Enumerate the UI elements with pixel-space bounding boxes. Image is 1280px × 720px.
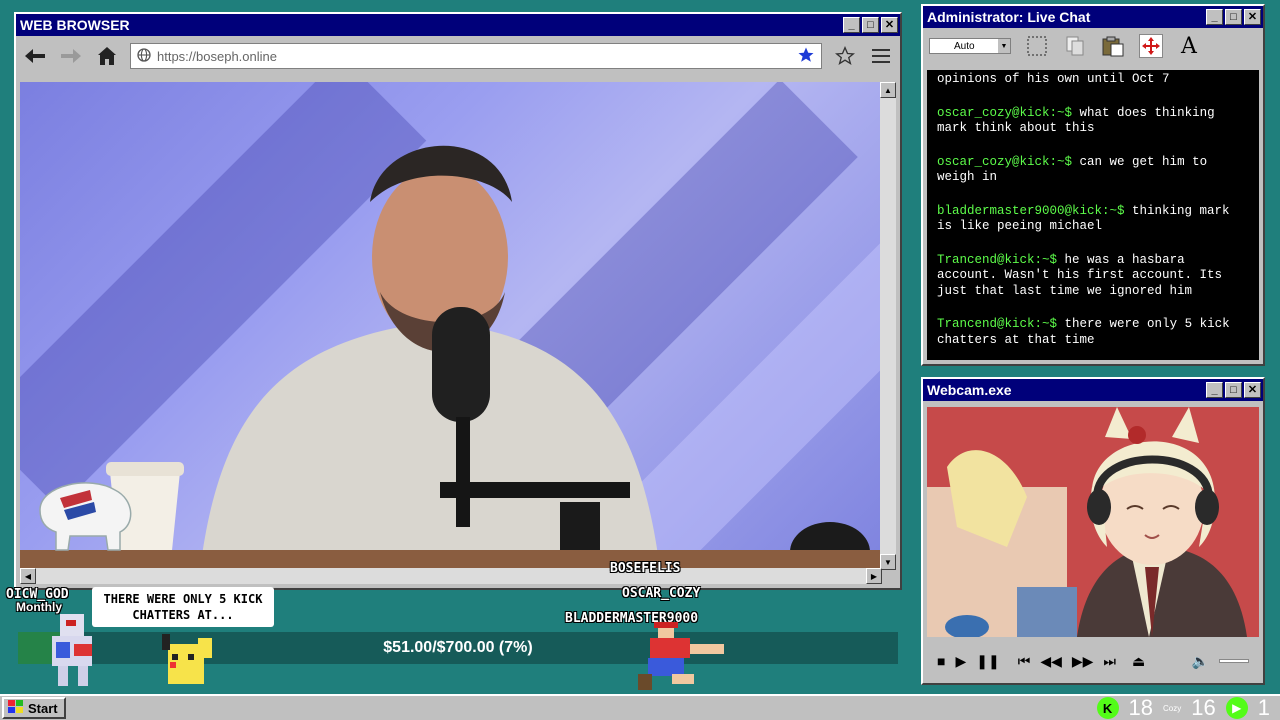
maximize-button[interactable]: □ — [1225, 382, 1242, 398]
rewind-icon[interactable]: ◀◀ — [1040, 653, 1062, 670]
scroll-right-icon[interactable]: ▶ — [866, 568, 882, 584]
chat-text: opinions of his own until Oct 7 — [937, 72, 1170, 86]
close-button[interactable]: ✕ — [1244, 382, 1261, 398]
chat-message: bladdermaster9000@kick:~$ thinking mark … — [937, 204, 1249, 235]
chat-username[interactable]: oscar_cozy@kick:~$ — [937, 155, 1072, 169]
webcam-feed — [927, 407, 1259, 637]
start-label: Start — [28, 700, 58, 716]
browser-titlebar[interactable]: WEB BROWSER _ □ ✕ — [16, 14, 900, 36]
dropdown-arrow-icon: ▼ — [998, 39, 1010, 53]
back-arrow-icon[interactable] — [22, 43, 48, 69]
browser-title: WEB BROWSER — [20, 17, 130, 33]
scroll-left-icon[interactable]: ◀ — [20, 568, 36, 584]
skip-back-icon[interactable]: ⏮ — [1018, 653, 1031, 670]
move-icon[interactable] — [1139, 34, 1163, 58]
chat-title: Administrator: Live Chat — [927, 9, 1091, 25]
chat-message: oscar_cozy@kick:~$ can we get him to wei… — [937, 155, 1249, 186]
chat-message: oscar_cozy@kick:~$ what does thinking ma… — [937, 106, 1249, 137]
kick-icon[interactable]: K — [1096, 697, 1119, 719]
copy-icon[interactable] — [1063, 34, 1087, 58]
other-count: 1 — [1257, 695, 1270, 720]
windows-logo-icon — [8, 699, 24, 717]
volume-slider[interactable] — [1219, 659, 1249, 663]
forward-arrow-icon[interactable] — [58, 43, 84, 69]
scroll-up-icon[interactable]: ▲ — [880, 82, 896, 98]
maximize-button[interactable]: □ — [862, 17, 879, 33]
address-text: https://boseph.online — [157, 48, 277, 64]
media-controls: ■ ▶ ❚❚ ⏮ ◀◀ ▶▶ ⏭ ⏏ 🔈 — [927, 643, 1259, 679]
close-button[interactable]: ✕ — [881, 17, 898, 33]
select-tool-icon[interactable] — [1025, 34, 1049, 58]
donation-goal-bar: $51.00/$700.00 (7%) — [18, 632, 898, 664]
host-figure-image — [20, 145, 882, 570]
chat-username[interactable]: bladdermaster9000@kick:~$ — [937, 204, 1125, 218]
eject-icon[interactable]: ⏏ — [1132, 653, 1145, 670]
chatter-name: OSCAR_COZY — [622, 586, 701, 601]
chat-message: Trancend@kick:~$ he was a hasbara accoun… — [937, 253, 1249, 300]
font-size-value: Auto — [954, 40, 975, 52]
play-icon[interactable]: ▶ — [955, 653, 966, 670]
pixel-robot-sprite — [52, 614, 92, 686]
live-chat-window: Administrator: Live Chat _ □ ✕ Auto ▼ A … — [921, 4, 1265, 366]
browser-toolbar: https://boseph.online — [16, 36, 900, 76]
vertical-scrollbar[interactable]: ▲ ▼ — [880, 82, 896, 570]
chat-toolbar: Auto ▼ A — [923, 28, 1263, 64]
elephant-logo-icon — [39, 482, 132, 551]
minimize-button[interactable]: _ — [1206, 382, 1223, 398]
webcam-titlebar[interactable]: Webcam.exe _ □ ✕ — [923, 379, 1263, 401]
pause-icon[interactable]: ❚❚ — [976, 653, 999, 670]
taskbar: Start K 18 Cozy 16 ▶ 1 — [0, 694, 1280, 720]
close-button[interactable]: ✕ — [1244, 9, 1261, 25]
pixel-fighter-sprite — [638, 622, 724, 690]
pixel-pikachu-sprite — [162, 634, 212, 684]
chat-username[interactable]: oscar_cozy@kick:~$ — [937, 106, 1072, 120]
menu-icon[interactable] — [868, 43, 894, 69]
chat-messages[interactable]: opinions of his own until Oct 7 oscar_coz… — [927, 70, 1259, 360]
system-tray: K 18 Cozy 16 ▶ 1 — [1096, 695, 1270, 720]
chat-speech-bubble: THERE WERE ONLY 5 KICK CHATTERS AT... — [92, 587, 274, 627]
goal-text: $51.00/$700.00 (7%) — [383, 639, 533, 656]
volume-icon[interactable]: 🔈 — [1192, 653, 1209, 670]
globe-icon — [137, 47, 151, 65]
browser-window: WEB BROWSER _ □ ✕ https://boseph.online — [14, 12, 902, 590]
chat-username[interactable]: Trancend@kick:~$ — [937, 317, 1057, 331]
stop-icon[interactable]: ■ — [937, 653, 945, 669]
skip-forward-icon[interactable]: ⏭ — [1103, 653, 1116, 670]
scroll-down-icon[interactable]: ▼ — [880, 554, 896, 570]
bookmarked-star-icon[interactable] — [797, 46, 815, 67]
star-outline-icon[interactable] — [832, 43, 858, 69]
fast-forward-icon[interactable]: ▶▶ — [1072, 653, 1094, 670]
font-size-select[interactable]: Auto ▼ — [929, 38, 1011, 54]
chat-username[interactable]: Trancend@kick:~$ — [937, 253, 1057, 267]
play-circle-icon[interactable]: ▶ — [1225, 697, 1248, 719]
chatter-name: BOSEFELIS — [610, 561, 681, 576]
horizontal-scrollbar[interactable]: ◀ ▶ — [20, 568, 882, 584]
home-icon[interactable] — [94, 43, 120, 69]
webcam-title: Webcam.exe — [927, 382, 1012, 398]
minimize-button[interactable]: _ — [843, 17, 860, 33]
font-icon[interactable]: A — [1177, 34, 1201, 59]
address-bar[interactable]: https://boseph.online — [130, 43, 822, 69]
minimize-button[interactable]: _ — [1206, 9, 1223, 25]
webcam-window: Webcam.exe _ □ ✕ ■ ▶ ❚❚ ⏮ ◀◀ ▶▶ ⏭ ⏏ 🔈 — [921, 377, 1265, 685]
start-button[interactable]: Start — [2, 697, 66, 719]
chat-message: Trancend@kick:~$ there were only 5 kick … — [937, 317, 1249, 348]
video-viewport[interactable] — [20, 82, 882, 570]
cozy-label: Cozy — [1163, 703, 1182, 713]
kick-viewer-count: 18 — [1128, 695, 1154, 720]
chat-message: opinions of his own until Oct 7 — [937, 72, 1249, 88]
maximize-button[interactable]: □ — [1225, 9, 1242, 25]
viewer-count: 16 — [1191, 695, 1216, 720]
paste-icon[interactable] — [1101, 34, 1125, 58]
chat-titlebar[interactable]: Administrator: Live Chat _ □ ✕ — [923, 6, 1263, 28]
anime-avatar-image — [927, 407, 1259, 637]
